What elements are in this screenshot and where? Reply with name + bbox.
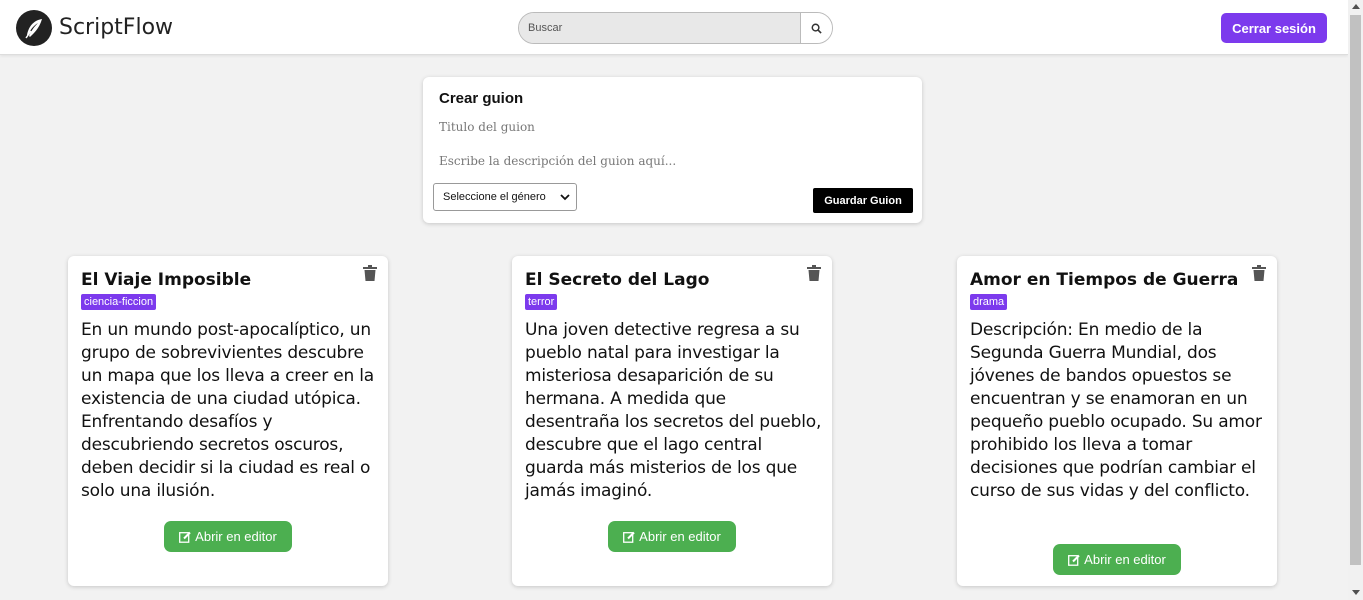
open-in-editor-button[interactable]: Abrir en editor [608,521,736,552]
script-description: Una joven detective regresa a su pueblo … [525,320,822,501]
script-title: El Secreto del Lago [525,270,710,290]
genre-select[interactable]: Seleccione el género [433,183,577,211]
open-in-editor-label: Abrir en editor [1084,552,1166,567]
search-input[interactable] [519,13,800,43]
edit-icon [623,531,635,543]
open-in-editor-button[interactable]: Abrir en editor [164,521,292,552]
script-description-input[interactable] [439,154,899,168]
genre-badge: ciencia-ficcion [81,294,157,310]
edit-icon [1068,554,1080,566]
trash-icon[interactable] [1252,265,1266,281]
trash-icon[interactable] [363,265,377,281]
script-card: Amor en Tiempos de Guerra drama Descripc… [957,256,1277,586]
trash-icon[interactable] [807,265,821,281]
search-bar [518,12,833,44]
genre-badge: drama [970,294,1008,310]
genre-select-value: Seleccione el género [443,191,546,203]
logout-button[interactable]: Cerrar sesión [1221,13,1327,43]
scroll-up-arrow-icon[interactable] [1352,4,1360,9]
script-title: El Viaje Imposible [81,270,252,290]
search-button[interactable] [800,13,832,43]
edit-icon [179,531,191,543]
script-card: El Secreto del Lago terror Una joven det… [512,256,832,586]
script-card: El Viaje Imposible ciencia-ficcion En un… [68,256,388,586]
save-script-button[interactable]: Guardar Guion [813,188,913,213]
script-description: Descripción: En medio de la Segunda Guer… [970,320,1262,501]
feather-icon[interactable] [16,10,52,46]
create-form-title: Crear guion [439,90,524,107]
top-navbar: ScriptFlow Cerrar sesión [0,0,1348,55]
script-title: Amor en Tiempos de Guerra [970,270,1239,290]
script-description: En un mundo post-apocalíptico, un grupo … [81,320,375,501]
search-icon [811,23,822,34]
brand-name[interactable]: ScriptFlow [59,15,173,40]
chevron-down-icon [560,194,570,201]
open-in-editor-label: Abrir en editor [195,529,277,544]
script-title-input[interactable] [439,120,899,134]
open-in-editor-button[interactable]: Abrir en editor [1053,544,1181,575]
scroll-down-arrow-icon[interactable] [1352,590,1360,595]
open-in-editor-label: Abrir en editor [639,529,721,544]
genre-badge: terror [525,294,558,310]
scrollbar-thumb[interactable] [1350,15,1361,565]
create-script-form: Crear guion Seleccione el género Guardar… [423,77,922,223]
